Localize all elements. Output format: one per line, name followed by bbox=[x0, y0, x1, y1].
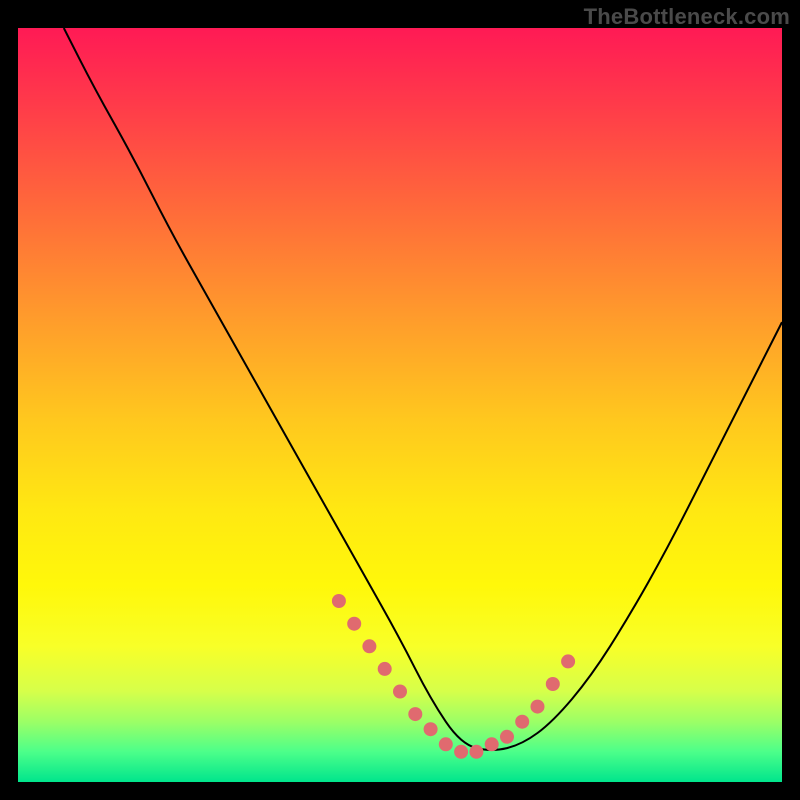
curve-layer bbox=[18, 28, 782, 782]
highlight-dot bbox=[347, 617, 361, 631]
near-optimal-dots bbox=[332, 594, 575, 759]
highlight-dot bbox=[408, 707, 422, 721]
highlight-dot bbox=[561, 654, 575, 668]
highlight-dot bbox=[469, 745, 483, 759]
highlight-dot bbox=[531, 700, 545, 714]
highlight-dot bbox=[424, 722, 438, 736]
highlight-dot bbox=[485, 737, 499, 751]
highlight-dot bbox=[362, 639, 376, 653]
chart-stage: TheBottleneck.com bbox=[0, 0, 800, 800]
highlight-dot bbox=[515, 715, 529, 729]
highlight-dot bbox=[454, 745, 468, 759]
highlight-dot bbox=[378, 662, 392, 676]
highlight-dot bbox=[500, 730, 514, 744]
highlight-dot bbox=[546, 677, 560, 691]
bottleneck-curve bbox=[64, 28, 782, 750]
highlight-dot bbox=[439, 737, 453, 751]
highlight-dot bbox=[332, 594, 346, 608]
highlight-dot bbox=[393, 685, 407, 699]
plot-area bbox=[18, 28, 782, 782]
watermark-text: TheBottleneck.com bbox=[584, 4, 790, 30]
